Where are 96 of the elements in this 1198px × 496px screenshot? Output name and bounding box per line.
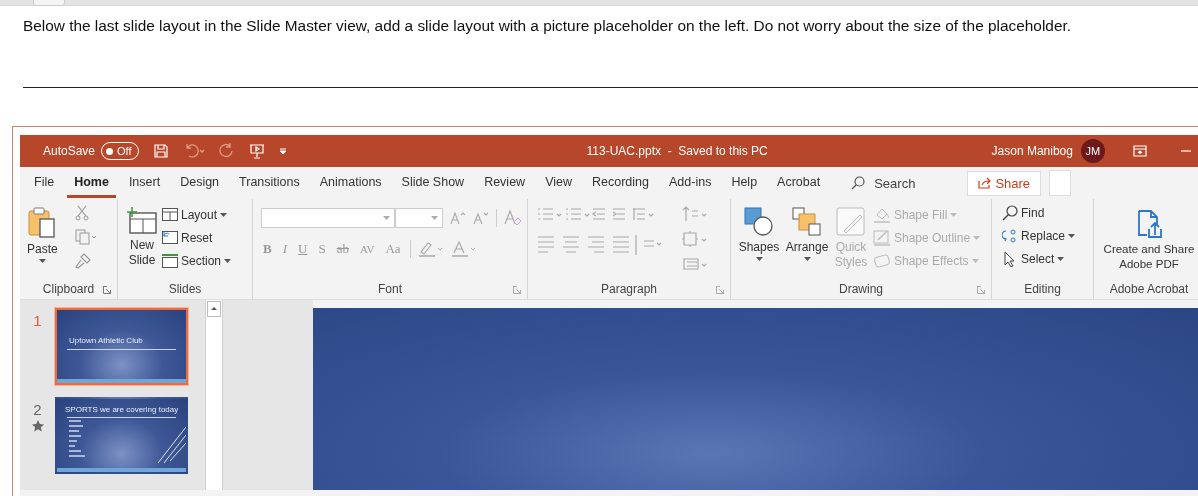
customize-toolbar-icon[interactable]	[278, 147, 287, 155]
group-label: Slides	[168, 282, 202, 296]
clear-formatting-icon[interactable]	[504, 210, 522, 226]
ribbon-tab[interactable]: File	[27, 168, 62, 198]
file-export-icon	[1136, 209, 1162, 239]
save-icon[interactable]	[152, 143, 169, 159]
scroll-up-icon[interactable]	[207, 301, 221, 317]
quick-styles-icon	[836, 207, 866, 237]
dialog-launcher-icon[interactable]	[716, 286, 724, 294]
pen-square-icon	[873, 229, 891, 246]
arrange-button[interactable]: Arrange	[783, 203, 831, 279]
caret-icon	[224, 258, 232, 263]
user-name: Jason Manibog	[991, 144, 1073, 158]
font-name-field[interactable]	[261, 208, 395, 228]
arrange-icon	[792, 207, 822, 237]
shrink-font-icon[interactable]	[473, 211, 489, 225]
ribbon-tab[interactable]: Animations	[312, 168, 389, 198]
scrollbar[interactable]	[205, 300, 223, 490]
share-icon	[978, 177, 992, 189]
caret-icon	[220, 212, 228, 217]
highlight-icon[interactable]	[417, 241, 444, 257]
caret-icon	[1057, 256, 1065, 261]
create-pdf-button[interactable]: Create and Share Adobe PDF	[1098, 203, 1198, 279]
search-field[interactable]: Search	[847, 173, 920, 193]
slide-canvas[interactable]	[313, 308, 1198, 490]
shapes-button[interactable]: Shapes	[735, 203, 783, 279]
redo-icon[interactable]	[218, 143, 235, 159]
replace-icon	[1002, 227, 1018, 244]
search-icon	[851, 176, 866, 190]
ribbon-tab[interactable]: Review	[477, 168, 533, 198]
group-label: Paragraph	[600, 282, 657, 296]
caret-icon	[971, 258, 979, 263]
dialog-launcher-icon[interactable]	[103, 286, 111, 294]
search-icon	[1002, 204, 1018, 221]
editing-button[interactable]: Replace	[1002, 226, 1089, 245]
slide-title: Uptown Athletic Club	[69, 336, 143, 345]
user-avatar[interactable]: JM	[1080, 139, 1105, 163]
caret-icon	[1068, 233, 1076, 238]
group-label: Font	[378, 282, 402, 296]
layout-icon	[162, 208, 178, 221]
layout-button[interactable]: Layout	[162, 205, 232, 224]
group-label: Drawing	[839, 282, 883, 296]
slide-number: 2	[33, 401, 42, 418]
editing-button[interactable]: Select	[1002, 249, 1089, 268]
group-label: Clipboard	[42, 282, 95, 296]
presentation-icon[interactable]	[248, 143, 265, 159]
caret-icon	[973, 235, 981, 240]
autosave-label: AutoSave	[43, 144, 96, 158]
grow-font-icon[interactable]	[450, 211, 466, 225]
section-button[interactable]: Section	[162, 251, 232, 270]
clipboard-icon	[27, 207, 58, 239]
effects-icon	[873, 252, 891, 269]
caret-icon	[950, 212, 958, 217]
format-painter-icon[interactable]	[74, 253, 91, 269]
dialog-launcher-icon[interactable]	[513, 286, 521, 294]
ribbon-tab[interactable]: Acrobat	[770, 168, 828, 198]
ribbon-tab[interactable]: Insert	[121, 168, 168, 198]
caret-icon	[803, 257, 811, 261]
caret-icon[interactable]	[38, 259, 46, 263]
comments-button[interactable]	[1049, 170, 1072, 196]
slide-number: 1	[33, 312, 42, 329]
slide-thumbnail[interactable]: SPORTS we are covering today	[55, 397, 188, 474]
ribbon-tab[interactable]: Help	[724, 168, 765, 198]
reset-button[interactable]: Reset	[162, 228, 232, 247]
caret-icon	[431, 216, 438, 220]
group-label: Adobe Acrobat	[1109, 282, 1189, 296]
ribbon-tab[interactable]: Design	[173, 168, 227, 198]
instruction-text: Below the last slide layout in the Slide Master view, add a slide layout with a picture placeholder on the left. Do not worry about the size of the placeholder.	[23, 17, 1198, 88]
slide-title: SPORTS we are covering today	[65, 405, 179, 414]
group-label: Editing	[1024, 282, 1061, 296]
share-button[interactable]: Share	[967, 170, 1042, 196]
ribbon-tab[interactable]: View	[538, 168, 579, 198]
font-color-icon[interactable]	[450, 241, 477, 257]
shapes-icon	[744, 207, 774, 237]
minimize-icon[interactable]	[1180, 150, 1191, 152]
reset-icon	[162, 231, 178, 244]
ribbon-tab[interactable]: Home	[67, 168, 116, 198]
cut-icon[interactable]	[74, 205, 89, 221]
caret-icon	[383, 216, 390, 220]
ribbon-tab[interactable]: Recording	[585, 168, 656, 198]
font-size-field[interactable]	[395, 208, 443, 228]
ribbon-tab[interactable]: Transitions	[232, 168, 307, 198]
paste-button[interactable]: Paste	[24, 203, 61, 279]
new-slide-button[interactable]: New Slide	[122, 203, 162, 279]
copy-icon[interactable]	[74, 229, 97, 245]
section-icon	[162, 253, 178, 268]
new-slide-icon	[126, 207, 158, 235]
document-title: 113-UAC.pptx - Saved to this PC	[586, 144, 769, 158]
dialog-launcher-icon[interactable]	[977, 286, 985, 294]
slide-thumbnail[interactable]: Uptown Athletic Club	[55, 308, 188, 385]
editing-button[interactable]: Find	[1002, 203, 1089, 222]
ribbon-tab[interactable]: Add-ins	[662, 168, 719, 198]
ribbon-tab[interactable]: Slide Show	[394, 168, 472, 198]
paint-bucket-icon	[873, 206, 891, 223]
caret-icon	[755, 257, 763, 261]
ribbon-display-icon[interactable]	[1132, 145, 1147, 157]
